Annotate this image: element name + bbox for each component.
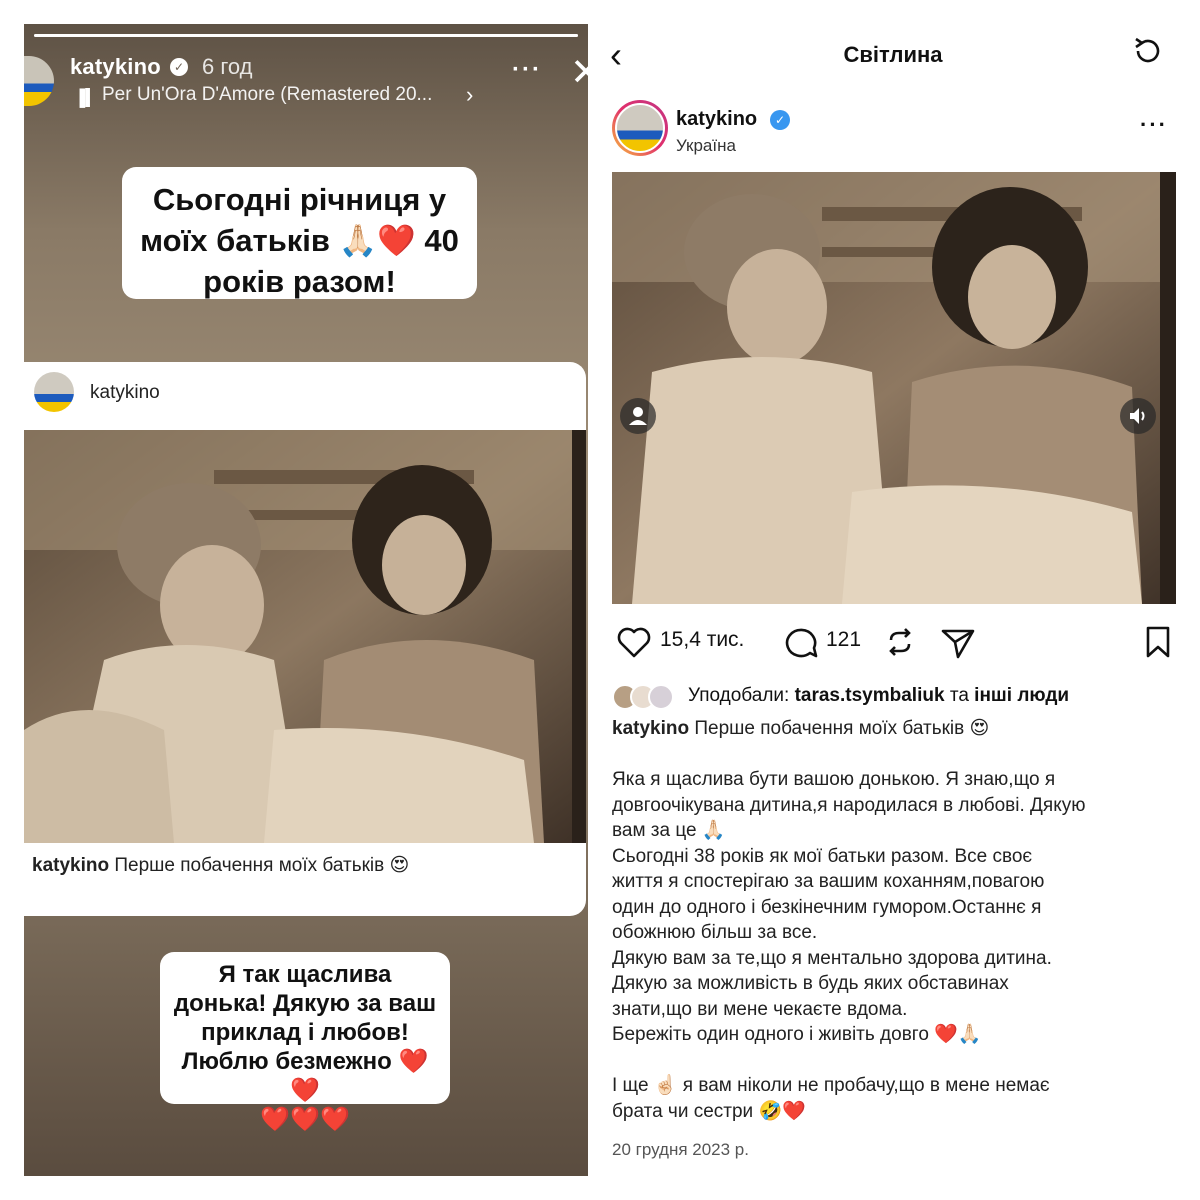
- sticker-line: приклад і любов!: [201, 1019, 409, 1046]
- post-location[interactable]: Україна: [676, 136, 736, 156]
- caption-line: один до одного і безкінечним гумором.Ост…: [612, 896, 1042, 918]
- comment-icon[interactable]: [782, 622, 822, 662]
- caption-line: життя я спостерігаю за вашим коханням,по…: [612, 871, 1045, 892]
- story-header: katykino ✓ 6 год ▐▍ Per Un'Ora D'Amore (…: [24, 50, 588, 130]
- caption-line: обожнюю більш за все.: [612, 922, 818, 943]
- sticker-line: Сьогодні річниця у: [152, 182, 447, 217]
- verified-icon: ✓: [170, 58, 188, 76]
- repost-caption: katykino Перше побачення моїх батьків 😍: [32, 854, 409, 877]
- post-caption: katykino Перше побачення моїх батьків 😍 …: [612, 716, 1172, 1124]
- liked-user[interactable]: taras.tsymbaliuk: [795, 685, 945, 706]
- repost-caption-text: Перше побачення моїх батьків 😍: [114, 855, 410, 876]
- sound-icon[interactable]: [1120, 398, 1156, 434]
- sticker-line: моїх батьків 🙏🏻❤️ 40: [140, 223, 459, 258]
- refresh-icon[interactable]: [1130, 34, 1164, 68]
- music-icon: ▐▍: [74, 90, 98, 107]
- caption-line: довгоочікувана дитина,я народилася в люб…: [612, 794, 1086, 816]
- caption-line: Яка я щаслива бути вашою донькою. Я знаю…: [612, 769, 1056, 790]
- verified-icon: ✓: [770, 110, 790, 130]
- story-view[interactable]: katykino ✓ 6 год ▐▍ Per Un'Ora D'Amore (…: [24, 24, 588, 1176]
- sticker-line: ❤️❤️❤️: [260, 1106, 350, 1133]
- close-icon[interactable]: ✕: [570, 50, 588, 95]
- caption-line: Дякую вам за те,що я ментально здорова д…: [612, 947, 1052, 969]
- page-title: Світлина: [843, 42, 943, 67]
- post-avatar[interactable]: [612, 100, 668, 156]
- caption-line: Сьогодні 38 років як мої батьки разом. В…: [612, 845, 1033, 867]
- caption-first-line: Перше побачення моїх батьків 😍: [694, 718, 990, 739]
- caption-line: [612, 1048, 1172, 1074]
- reposted-post-card[interactable]: katykino katykino Перше побачення моїх б…: [24, 362, 586, 916]
- caption-line: брата чи сестри 🤣❤️: [612, 1100, 806, 1122]
- caption-line: І ще ☝🏻 я вам ніколи не пробачу,що в мен…: [612, 1075, 1050, 1096]
- sticker-line: донька! Дякую за ваш: [173, 990, 437, 1017]
- story-progress-fill: [34, 34, 578, 37]
- liked-others[interactable]: інші люди: [974, 685, 1069, 706]
- caption-line: знати,що ви мене чекаєте вдома.: [612, 998, 908, 1020]
- liked-by-row[interactable]: Уподобали: taras.tsymbaliuk та інші люди: [612, 682, 1192, 712]
- caption-line: Бережіть один одного і живіть довго ❤️🙏🏻: [612, 1024, 982, 1045]
- sticker-line: Люблю безмежно ❤️❤️: [181, 1048, 429, 1104]
- story-music-track[interactable]: Per Un'Ora D'Amore (Remastered 20...: [102, 84, 432, 106]
- post-date: 20 грудня 2023 р.: [612, 1140, 749, 1159]
- sticker-line: років разом!: [203, 264, 396, 299]
- chevron-right-icon[interactable]: ›: [466, 82, 473, 108]
- repost-avatar: [34, 372, 74, 412]
- story-text-sticker-top: Сьогодні річниця у моїх батьків 🙏🏻❤️ 40 …: [122, 167, 477, 299]
- caption-line: вам за це 🙏🏻: [612, 820, 726, 841]
- story-avatar[interactable]: [24, 56, 54, 106]
- story-username[interactable]: katykino: [70, 54, 161, 80]
- liked-prefix: Уподобали:: [688, 685, 795, 706]
- repost-photo: [24, 430, 586, 843]
- user-tag-icon[interactable]: [620, 398, 656, 434]
- liked-mid: та: [944, 685, 975, 706]
- post-actions-bar: 15,4 тис. 121: [600, 622, 1200, 666]
- repost-icon[interactable]: [880, 622, 920, 662]
- heart-icon[interactable]: [614, 622, 654, 662]
- repost-caption-user: katykino: [32, 855, 110, 876]
- share-icon[interactable]: [938, 622, 978, 662]
- caption-line: Дякую за можливість в будь яких обставин…: [612, 973, 1009, 994]
- bookmark-icon[interactable]: [1138, 622, 1178, 662]
- comments-count[interactable]: 121: [826, 628, 861, 652]
- post-view: ‹ Світлина katykino ✓ Україна ··· 15,4 т…: [600, 24, 1200, 1176]
- more-icon[interactable]: ···: [1140, 112, 1168, 138]
- caption-line: [612, 742, 1172, 768]
- more-icon[interactable]: ···: [512, 56, 542, 84]
- caption-username[interactable]: katykino: [612, 718, 689, 739]
- post-username[interactable]: katykino: [676, 108, 757, 131]
- story-progress-bar: [34, 34, 578, 37]
- liker-avatar: [648, 684, 674, 710]
- sticker-line: Я так щаслива: [218, 961, 392, 988]
- post-photo[interactable]: [612, 172, 1176, 604]
- story-text-sticker-bottom: Я так щаслива донька! Дякую за ваш прикл…: [160, 952, 450, 1133]
- story-time: 6 год: [202, 54, 253, 79]
- liked-by-text[interactable]: Уподобали: taras.tsymbaliuk та інші люди: [688, 685, 1069, 707]
- likes-count[interactable]: 15,4 тис.: [660, 628, 744, 652]
- repost-username: katykino: [90, 382, 160, 403]
